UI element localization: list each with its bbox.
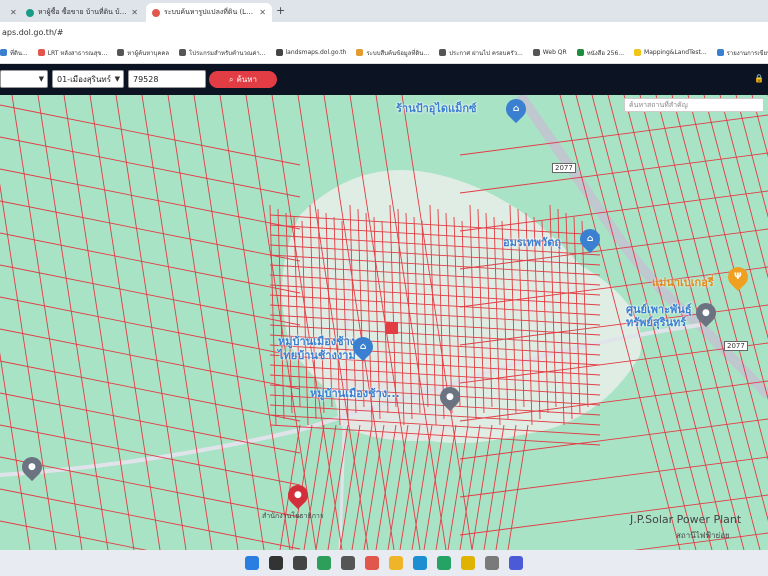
- district-value: 01-เมืองสุรินทร์: [57, 74, 112, 84]
- browser-tab-bar: ✕ หาผู้ซื้อ ซื้อขาย บ้านที่ดิน บ้านเดี่ย…: [0, 0, 768, 22]
- browser-tab-1[interactable]: ✕: [0, 3, 18, 22]
- bookmark-label: Mapping&LandTest...: [644, 49, 707, 56]
- bookmark-favicon-icon: [532, 49, 540, 56]
- chat-icon[interactable]: [341, 556, 355, 570]
- map-view[interactable]: ค้นหาสถานที่สำคัญ ร้านป้าอุไดแม็กซ์ ⌂ 20…: [0, 95, 768, 550]
- bookmark-favicon-icon: [356, 49, 364, 56]
- map-label-solar[interactable]: J.P.Solar Power Plant: [630, 513, 741, 526]
- start-icon[interactable]: [245, 556, 259, 570]
- close-icon[interactable]: ✕: [131, 8, 138, 17]
- bookmark-label: ประกาศ ผ่านไป ครอบครัว...: [449, 49, 523, 57]
- browser-tab-active[interactable]: ระบบค้นหารูปแปลงที่ดิน (LandsMaps) ✕: [146, 3, 272, 22]
- bookmark-label: ที่ดิน...: [10, 49, 28, 57]
- bookmark-item[interactable]: หนังสือ 256...: [576, 48, 625, 58]
- road-number-badge: 2077: [724, 341, 748, 351]
- tab-label: ระบบค้นหารูปแปลงที่ดิน (LandsMaps): [164, 8, 255, 16]
- new-tab-button[interactable]: +: [276, 4, 285, 17]
- bookmark-label: ระบบสืบค้นข้อมูลที่ดิน...: [366, 49, 430, 57]
- widgets-icon[interactable]: [317, 556, 331, 570]
- tab-favicon-icon: [26, 8, 34, 17]
- bookmark-label: หาผู้ค้นหาบุคคล: [127, 49, 170, 57]
- app4-icon[interactable]: [509, 556, 523, 570]
- bookmark-item[interactable]: รายงานการเขียนเรื่อง...: [716, 48, 768, 58]
- address-bar[interactable]: aps.dol.go.th/#: [0, 22, 768, 42]
- bookmark-label: Web QR: [542, 49, 567, 56]
- bookmark-item[interactable]: หาผู้ค้นหาบุคคล: [117, 48, 169, 58]
- map-label-bakery[interactable]: แม่นาเบเกอรี่: [652, 273, 714, 291]
- map-label-village[interactable]: หมู่บ้านเมืองช้าง ไทยบ้านช้างงาม: [278, 335, 358, 363]
- bookmark-favicon-icon: [179, 49, 187, 56]
- bookmark-label: หนังสือ 256...: [586, 49, 625, 57]
- bookmark-item[interactable]: ระบบสืบค้นข้อมูลที่ดิน...: [356, 48, 429, 58]
- app-icon[interactable]: [437, 556, 451, 570]
- chevron-down-icon: ▼: [38, 75, 44, 83]
- chevron-down-icon: ▼: [114, 75, 120, 83]
- close-icon[interactable]: ✕: [259, 8, 266, 17]
- edge-icon[interactable]: [413, 556, 427, 570]
- district-select[interactable]: 01-เมืองสุรินทร์ ▼: [52, 70, 124, 88]
- tab-label: หาผู้ซื้อ ซื้อขาย บ้านที่ดิน บ้านเดี่ยว: [38, 8, 128, 16]
- app3-icon[interactable]: [485, 556, 499, 570]
- map-label-police[interactable]: หมู่บ้านเมืองช้าง...: [310, 387, 440, 401]
- bookmarks-bar: ที่ดิน... LRT หลังสาธารณสุข... หาผู้ค้นหาบ…: [0, 42, 768, 64]
- bookmark-favicon-icon: [439, 49, 447, 56]
- search-toolbar: ▼ 01-เมืองสุรินทร์ ▼ 79528 ⌕ ค้นหา 🔒: [0, 64, 768, 95]
- marker-label: สำนักงานโยธาธิการ: [262, 512, 324, 520]
- browser-tab-2[interactable]: หาผู้ซื้อ ซื้อขาย บ้านที่ดิน บ้านเดี่ยว …: [20, 3, 144, 22]
- selected-parcel[interactable]: [386, 322, 398, 334]
- magnifier-icon: ⌕: [228, 74, 234, 84]
- map-label-museum[interactable]: ศูนย์เพาะพันธุ์ทรัพย์สุรินทร์: [626, 303, 696, 329]
- bookmark-item[interactable]: Web QR: [532, 49, 567, 56]
- bookmark-item[interactable]: ประกาศ ผ่านไป ครอบครัว...: [439, 48, 523, 58]
- bookmark-favicon-icon: [275, 49, 283, 56]
- taskview-icon[interactable]: [293, 556, 307, 570]
- bookmark-item[interactable]: landsmaps.dol.go.th: [275, 49, 347, 56]
- place-search-input[interactable]: ค้นหาสถานที่สำคัญ: [624, 98, 764, 112]
- explorer-icon[interactable]: [389, 556, 403, 570]
- bookmark-favicon-icon: [576, 49, 584, 56]
- bookmark-favicon-icon: [0, 49, 7, 56]
- parcel-number-value: 79528: [133, 74, 159, 84]
- map-label-solar-sub: สถานีไฟฟ้าย่อย: [676, 531, 730, 540]
- bookmark-item[interactable]: LRT หลังสาธารณสุข...: [37, 48, 108, 58]
- bookmark-favicon-icon: [117, 49, 125, 56]
- bookmark-label: landsmaps.dol.go.th: [285, 49, 347, 56]
- bookmark-item[interactable]: โปรแกรมสำหรับคำนวณค่า...: [179, 48, 266, 58]
- parcel-number-input[interactable]: 79528: [128, 70, 206, 88]
- close-icon[interactable]: ✕: [10, 8, 17, 17]
- map-label-temple[interactable]: อมรเทพวัตถุ: [503, 233, 561, 251]
- bookmark-item[interactable]: ที่ดิน...: [0, 48, 28, 58]
- bookmark-label: รายงานการเขียนเรื่อง...: [726, 49, 768, 57]
- bookmark-favicon-icon: [716, 49, 724, 56]
- app2-icon[interactable]: [461, 556, 475, 570]
- road-number-badge: 2077: [552, 163, 576, 173]
- chrome-icon[interactable]: [365, 556, 379, 570]
- location-pin-icon: [152, 8, 160, 17]
- bookmark-label: LRT หลังสาธารณสุข...: [47, 49, 108, 57]
- map-label-shop[interactable]: ร้านป้าอุไดแม็กซ์: [396, 99, 477, 117]
- bookmark-favicon-icon: [634, 49, 642, 56]
- place-search-placeholder: ค้นหาสถานที่สำคัญ: [629, 100, 688, 109]
- bookmark-item[interactable]: Mapping&LandTest...: [634, 49, 707, 56]
- bookmark-favicon-icon: [37, 49, 45, 56]
- url-text[interactable]: aps.dol.go.th/#: [0, 28, 63, 37]
- search-button-label: ค้นหา: [236, 75, 258, 84]
- bookmark-label: โปรแกรมสำหรับคำนวณค่า...: [189, 49, 266, 57]
- province-select[interactable]: ▼: [0, 70, 48, 88]
- windows-taskbar: [0, 550, 768, 576]
- search-icon[interactable]: [269, 556, 283, 570]
- search-button[interactable]: ⌕ ค้นหา: [209, 71, 277, 88]
- lock-icon[interactable]: 🔒: [754, 74, 764, 83]
